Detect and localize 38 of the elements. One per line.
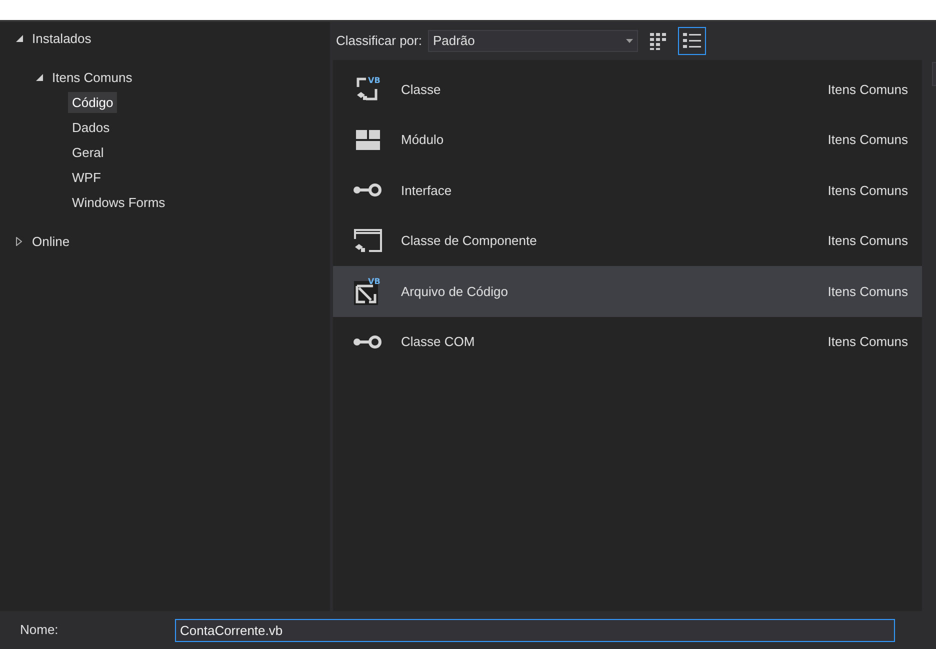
module-icon	[354, 128, 382, 151]
template-name: Classe de Componente	[401, 232, 538, 250]
list-view-button[interactable]	[678, 27, 706, 55]
component-class-icon	[353, 226, 383, 255]
tree-item[interactable]: Geral	[68, 142, 108, 164]
template-name: Classe	[401, 80, 442, 98]
list-icon	[682, 31, 702, 51]
name-field[interactable]: ContaCorrente.vb	[175, 618, 895, 642]
template-category: Itens Comuns	[828, 182, 908, 200]
template-category: Itens Comuns	[828, 131, 908, 149]
sort-label: Classificar por:	[336, 32, 422, 50]
template-name: Classe COM	[401, 333, 476, 351]
template-category: Itens Comuns	[828, 232, 908, 250]
template-row[interactable]: Interface Itens Comuns	[333, 165, 922, 216]
template-row[interactable]: VB Arquivo de Código Itens Comuns	[333, 266, 922, 316]
grid-icon	[648, 32, 667, 50]
tree-item[interactable]: Itens Comuns	[48, 66, 136, 88]
tree-item[interactable]: Código	[68, 92, 118, 114]
template-row[interactable]: VB Classe Itens Comuns	[333, 64, 922, 114]
template-row[interactable]: Classe COM Itens Comuns	[333, 316, 922, 367]
name-label: Nome:	[20, 621, 60, 640]
template-row[interactable]: Módulo Itens Comuns	[333, 114, 922, 165]
dropdown-caret-icon	[626, 39, 633, 43]
template-name: Interface	[401, 182, 453, 200]
template-category: Itens Comuns	[828, 282, 908, 300]
template-name: Módulo	[401, 131, 445, 149]
interface-icon	[353, 334, 383, 349]
sort-dropdown[interactable]: Padrão	[428, 30, 638, 52]
template-row[interactable]: Classe de Componente Itens Comuns	[333, 216, 922, 266]
template-name: Arquivo de Código	[401, 282, 509, 301]
template-category: Itens Comuns	[828, 333, 908, 351]
tree-item[interactable]: Instalados	[28, 28, 96, 50]
tree-item[interactable]: Windows Forms	[68, 192, 170, 214]
tree-item[interactable]: WPF	[68, 166, 105, 188]
tree-item[interactable]: Online	[28, 230, 74, 252]
template-category: Itens Comuns	[828, 80, 908, 98]
interface-icon	[353, 183, 383, 198]
tree-item[interactable]: Dados	[68, 116, 114, 138]
